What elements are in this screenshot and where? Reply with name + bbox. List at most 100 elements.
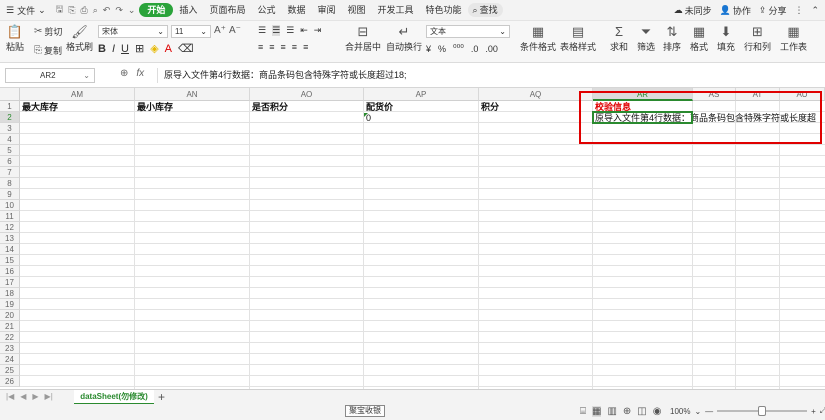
name-box[interactable]: AR2 ⌄: [5, 68, 95, 83]
select-all-corner[interactable]: [0, 88, 20, 101]
more-icon[interactable]: ⋮: [794, 5, 803, 16]
share-button[interactable]: ⇪ 分享: [759, 4, 787, 17]
eye-protect-icon[interactable]: ⌸: [580, 406, 586, 417]
print-icon[interactable]: ⎙: [81, 5, 88, 16]
cell-ap2[interactable]: 0: [364, 113, 371, 124]
bold-icon[interactable]: B: [98, 43, 106, 55]
row-header[interactable]: 24: [0, 354, 20, 365]
sync-button[interactable]: ☁ 未同步: [674, 4, 712, 17]
align-center-icon[interactable]: ≡: [269, 42, 274, 52]
tab-review[interactable]: 审阅: [311, 3, 341, 17]
chevron-down-icon[interactable]: ⌄: [694, 407, 701, 416]
row-header[interactable]: 5: [0, 145, 20, 156]
export-pdf-icon[interactable]: ⎘: [68, 5, 75, 16]
cut-button[interactable]: ✂ 剪切: [34, 25, 62, 38]
cell-aq1[interactable]: 积分: [479, 102, 499, 113]
row-header[interactable]: 3: [0, 123, 20, 134]
increase-decimal-icon[interactable]: .0: [471, 44, 479, 54]
cell-ao1[interactable]: 是否积分: [250, 102, 288, 113]
tab-page-layout[interactable]: 页面布局: [203, 3, 251, 17]
row-header[interactable]: 19: [0, 299, 20, 310]
row-header[interactable]: 6: [0, 156, 20, 167]
decrease-decimal-icon[interactable]: .00: [485, 44, 498, 54]
print-preview-icon[interactable]: ⌕: [93, 5, 98, 16]
font-name-select[interactable]: 宋体 ⌄: [98, 25, 168, 38]
zoom-value[interactable]: 100%: [670, 407, 690, 416]
row-header[interactable]: 17: [0, 277, 20, 288]
percent-icon[interactable]: %: [438, 44, 446, 54]
sort-button[interactable]: ⇅ 排序: [663, 24, 681, 53]
row-header[interactable]: 9: [0, 189, 20, 200]
file-menu[interactable]: ☰ 文件 ⌄: [0, 4, 52, 17]
column-header-am[interactable]: AM: [20, 88, 135, 101]
page-layout-view-icon[interactable]: ▥: [607, 406, 616, 417]
merge-center-button[interactable]: ⊟ 合并居中: [345, 24, 381, 53]
fx-icon[interactable]: fx: [136, 68, 144, 79]
column-header-aq[interactable]: AQ: [479, 88, 593, 101]
row-header[interactable]: 2: [0, 112, 20, 123]
column-header-an[interactable]: AN: [135, 88, 250, 101]
reading-mode-icon[interactable]: ◫: [637, 406, 646, 417]
justify-icon[interactable]: ≡: [292, 42, 297, 52]
tab-developer[interactable]: 开发工具: [372, 3, 420, 17]
row-header[interactable]: 20: [0, 310, 20, 321]
row-header[interactable]: 10: [0, 200, 20, 211]
row-header[interactable]: 16: [0, 266, 20, 277]
sum-button[interactable]: Σ 求和: [610, 24, 628, 53]
row-header[interactable]: 7: [0, 167, 20, 178]
column-header-ap[interactable]: AP: [364, 88, 479, 101]
redo-icon[interactable]: ↷: [115, 5, 123, 16]
eye-icon[interactable]: ◉: [653, 406, 662, 417]
thousands-icon[interactable]: ⁰⁰⁰: [453, 43, 464, 54]
border-icon[interactable]: ⊞: [135, 42, 144, 55]
row-header[interactable]: 8: [0, 178, 20, 189]
filter-button[interactable]: ⏷ 筛选: [637, 24, 655, 53]
align-left-icon[interactable]: ≡: [258, 42, 263, 52]
row-header[interactable]: 14: [0, 244, 20, 255]
save-icon[interactable]: 🖫: [56, 2, 64, 18]
distributed-icon[interactable]: ≡: [303, 42, 308, 52]
fill-color-icon[interactable]: ◈: [150, 42, 158, 55]
align-right-indent-icon[interactable]: ⇥: [314, 25, 322, 36]
search-button[interactable]: ⌕ 查找: [467, 3, 503, 17]
row-header[interactable]: 21: [0, 321, 20, 332]
align-left-indent-icon[interactable]: ⇤: [300, 25, 308, 36]
last-sheet-icon[interactable]: ▶|: [45, 392, 53, 401]
row-header[interactable]: 1: [0, 101, 20, 112]
row-header[interactable]: 15: [0, 255, 20, 266]
align-middle-icon[interactable]: ☰: [272, 25, 281, 36]
row-header[interactable]: 23: [0, 343, 20, 354]
decrease-font-icon[interactable]: A⁻: [229, 25, 241, 38]
conditional-format-button[interactable]: ▦ 条件格式: [520, 24, 556, 53]
font-size-select[interactable]: 11 ⌄: [171, 25, 211, 38]
format-button[interactable]: ▦ 格式: [690, 24, 708, 53]
align-right-icon[interactable]: ≡: [281, 42, 286, 52]
row-header[interactable]: 12: [0, 222, 20, 233]
next-sheet-icon[interactable]: ▶: [32, 392, 38, 401]
underline-icon[interactable]: U: [121, 43, 129, 55]
row-header[interactable]: 18: [0, 288, 20, 299]
zoom-slider[interactable]: [717, 406, 808, 416]
chevron-up-icon[interactable]: ⌃: [811, 5, 819, 16]
cell-area[interactable]: [20, 101, 825, 389]
tab-home[interactable]: 开始: [139, 3, 174, 17]
currency-icon[interactable]: ¥: [426, 44, 431, 54]
customize-icon[interactable]: ⌄: [128, 5, 136, 16]
zoom-in-icon[interactable]: +: [811, 407, 816, 416]
row-header[interactable]: 22: [0, 332, 20, 343]
cell-am1[interactable]: 最大库存: [20, 102, 58, 113]
paste-button[interactable]: 📋 粘贴: [6, 24, 24, 53]
fill-button[interactable]: ⬇ 填充: [717, 24, 735, 53]
fullscreen-icon[interactable]: ⤢: [820, 406, 825, 416]
zoom-out-icon[interactable]: —: [705, 407, 713, 416]
undo-icon[interactable]: ↶: [103, 5, 111, 16]
rows-cols-button[interactable]: ⊞ 行和列: [744, 24, 771, 53]
cell-an1[interactable]: 最小库存: [135, 102, 173, 113]
tab-features[interactable]: 特色功能: [420, 3, 468, 17]
worksheet-button[interactable]: ▦ 工作表: [780, 24, 807, 53]
zoom-formula-icon[interactable]: ⊕: [120, 68, 128, 79]
sheet-tab-datasheet[interactable]: dataSheet(勿修改): [74, 390, 154, 405]
wrap-text-button[interactable]: ↵ 自动换行: [386, 24, 422, 53]
align-bottom-icon[interactable]: ☰: [286, 25, 294, 36]
add-sheet-icon[interactable]: +: [158, 390, 165, 404]
